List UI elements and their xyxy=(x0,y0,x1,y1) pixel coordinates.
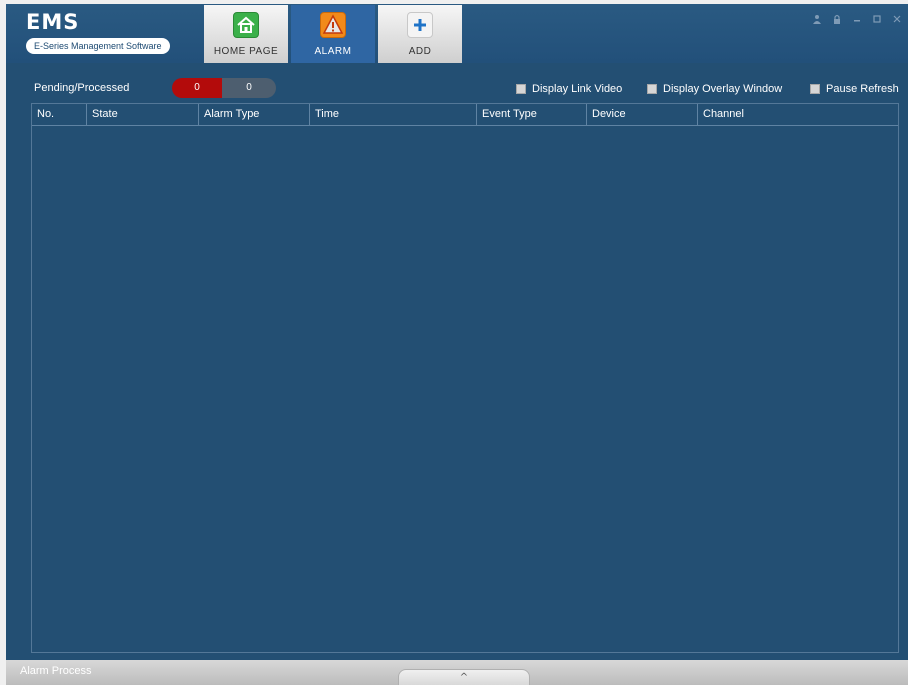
expand-panel-button[interactable]: ^ xyxy=(398,669,530,685)
column-header-state[interactable]: State xyxy=(87,104,199,125)
maximize-icon[interactable] xyxy=(872,14,882,24)
display-overlay-window-option[interactable]: Display Overlay Window xyxy=(647,83,782,95)
pause-refresh-checkbox[interactable] xyxy=(810,84,820,94)
pending-processed-label: Pending/Processed xyxy=(34,82,130,94)
processed-count-badge[interactable]: 0 xyxy=(222,78,276,98)
plus-icon xyxy=(407,12,433,38)
home-icon xyxy=(233,12,259,38)
app-subtitle: E-Series Management Software xyxy=(26,38,170,54)
tab-home-page[interactable]: HOME PAGE xyxy=(204,5,288,63)
column-header-device[interactable]: Device xyxy=(587,104,698,125)
tab-add[interactable]: ADD xyxy=(378,5,462,63)
user-icon[interactable] xyxy=(812,14,822,24)
app-name: EMS xyxy=(26,10,80,34)
display-link-video-checkbox[interactable] xyxy=(516,84,526,94)
tab-alarm-label: ALARM xyxy=(314,46,352,57)
table-header: No. State Alarm Type Time Event Type Dev… xyxy=(32,104,898,126)
tab-alarm[interactable]: ALARM xyxy=(291,5,375,63)
display-link-video-option[interactable]: Display Link Video xyxy=(516,83,622,95)
pending-processed-counter: 0 0 xyxy=(172,78,276,98)
column-header-channel[interactable]: Channel xyxy=(698,104,898,125)
minimize-icon[interactable] xyxy=(852,14,862,24)
tab-add-label: ADD xyxy=(408,46,432,57)
pause-refresh-label: Pause Refresh xyxy=(826,83,899,95)
lock-icon[interactable] xyxy=(832,14,842,24)
tab-home-page-label: HOME PAGE xyxy=(213,46,279,57)
pending-count-badge[interactable]: 0 xyxy=(172,78,222,98)
display-overlay-window-checkbox[interactable] xyxy=(647,84,657,94)
close-icon[interactable] xyxy=(892,14,902,24)
app-logo: EMS E-Series Management Software xyxy=(26,10,176,54)
window-controls xyxy=(812,12,902,26)
display-overlay-window-label: Display Overlay Window xyxy=(663,83,783,95)
alarm-table: No. State Alarm Type Time Event Type Dev… xyxy=(31,103,899,653)
display-link-video-label: Display Link Video xyxy=(532,83,623,95)
alarm-toolbar: Pending/Processed 0 0 Display Link Video… xyxy=(6,72,908,102)
column-header-no[interactable]: No. xyxy=(32,104,87,125)
column-header-time[interactable]: Time xyxy=(310,104,477,125)
column-header-event-type[interactable]: Event Type xyxy=(477,104,587,125)
pause-refresh-option[interactable]: Pause Refresh xyxy=(810,83,899,95)
chevron-up-icon: ^ xyxy=(459,672,469,683)
app-window: EMS E-Series Management Software HOME PA… xyxy=(6,4,908,685)
alarm-process-bar: Alarm Process ^ xyxy=(6,660,908,685)
title-bar: EMS E-Series Management Software HOME PA… xyxy=(6,4,908,63)
warning-icon xyxy=(320,12,346,38)
alarm-process-label: Alarm Process xyxy=(20,665,92,677)
column-header-alarm-type[interactable]: Alarm Type xyxy=(199,104,310,125)
